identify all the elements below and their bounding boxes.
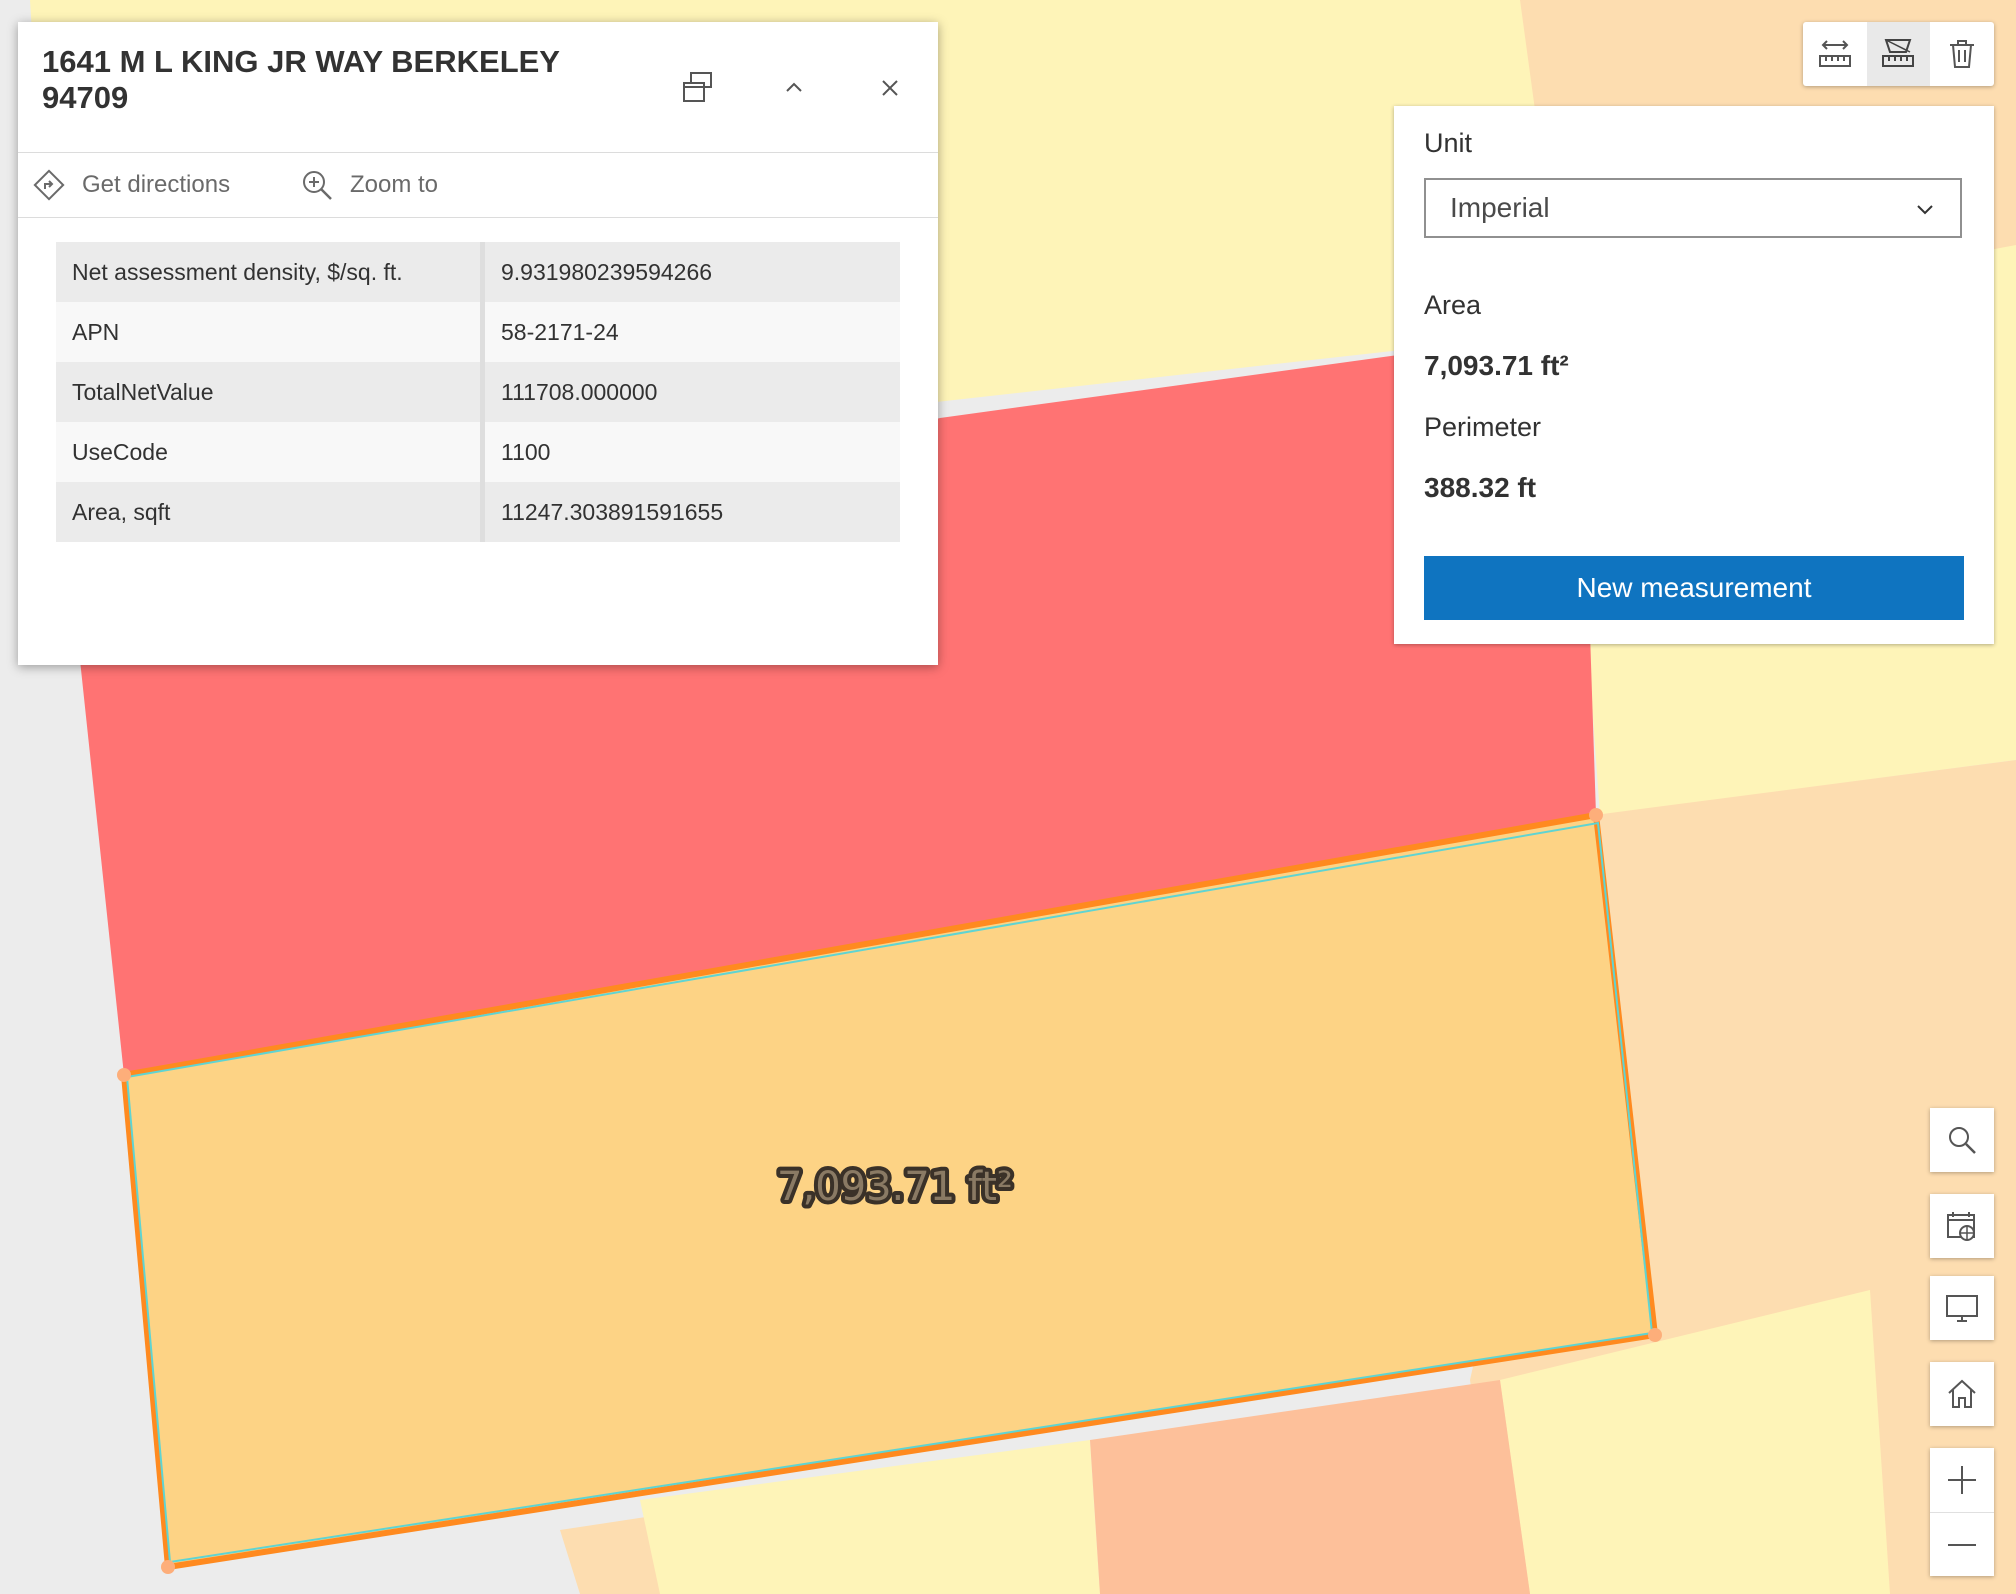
fullscreen-button[interactable] xyxy=(1930,1276,1994,1340)
dock-button[interactable] xyxy=(676,66,720,110)
zoom-to-action[interactable]: Zoom to xyxy=(300,153,438,217)
zoom-in-icon xyxy=(303,171,332,200)
popup-header: 1641 M L KING JR WAY BERKELEY 94709 xyxy=(18,22,938,153)
measurement-panel: Unit Imperial Area 7,093.71 ft² Perimete… xyxy=(1394,106,1994,644)
directions-icon xyxy=(33,169,65,201)
get-directions-label: Get directions xyxy=(82,171,231,198)
table-row: TotalNetValue 111708.000000 xyxy=(56,362,900,422)
vertex-handle[interactable] xyxy=(117,1068,131,1082)
zoom-to-label: Zoom to xyxy=(350,171,439,198)
vertex-handle[interactable] xyxy=(1648,1328,1662,1342)
get-directions-action[interactable]: Get directions xyxy=(32,153,230,217)
area-value: 7,093.71 ft² xyxy=(1424,350,1569,381)
collapse-button[interactable] xyxy=(772,66,816,110)
area-label: Area xyxy=(1424,290,1482,320)
close-button[interactable] xyxy=(868,66,912,110)
attribute-key: TotalNetValue xyxy=(56,362,485,422)
attribute-key: UseCode xyxy=(56,422,485,482)
chevron-up-icon xyxy=(786,82,802,92)
trash-icon xyxy=(1949,40,1974,68)
plus-icon xyxy=(1948,1466,1976,1494)
attribute-value: 58-2171-24 xyxy=(482,302,900,362)
distance-measure-button[interactable] xyxy=(1803,22,1867,86)
vertex-handle[interactable] xyxy=(161,1560,175,1574)
basemap-gallery-button[interactable] xyxy=(1930,1194,1994,1258)
popup-title: 1641 M L KING JR WAY BERKELEY 94709 xyxy=(42,44,560,115)
table-row: UseCode 1100 xyxy=(56,422,900,482)
attribute-key: Net assessment density, $/sq. ft. xyxy=(56,242,485,302)
table-row: APN 58-2171-24 xyxy=(56,302,900,362)
vertex-handle[interactable] xyxy=(1589,808,1603,822)
close-icon xyxy=(882,80,898,96)
unit-select-value: Imperial xyxy=(1450,192,1550,223)
attribute-value: 9.931980239594266 xyxy=(482,242,900,302)
fullscreen-icon xyxy=(1946,1295,1978,1322)
distance-measure-icon xyxy=(1818,40,1851,67)
zoom-controls xyxy=(1930,1448,1994,1576)
feature-popup: 1641 M L KING JR WAY BERKELEY 94709 Get … xyxy=(18,22,938,665)
zoom-out-button[interactable] xyxy=(1930,1512,1994,1577)
area-measure-icon xyxy=(1882,39,1915,67)
home-button[interactable] xyxy=(1930,1362,1994,1426)
area-measure-button[interactable] xyxy=(1866,22,1931,86)
attribute-value: 11247.303891591655 xyxy=(482,482,900,542)
clear-measurement-button[interactable] xyxy=(1930,22,1994,86)
measurement-toolbar xyxy=(1803,22,1994,86)
unit-label: Unit xyxy=(1424,128,1473,158)
attribute-key: APN xyxy=(56,302,485,362)
table-row: Area, sqft 11247.303891591655 xyxy=(56,482,900,542)
popup-actions: Get directions Zoom to xyxy=(18,153,938,218)
perimeter-value: 388.32 ft xyxy=(1424,472,1537,503)
new-measurement-button[interactable]: New measurement xyxy=(1424,556,1964,620)
home-icon xyxy=(1948,1379,1976,1408)
attribute-value: 1100 xyxy=(482,422,900,482)
minus-icon xyxy=(1948,1544,1976,1546)
attribute-value: 111708.000000 xyxy=(482,362,900,422)
map-area-label: 7,093.71 ft² xyxy=(777,1164,1013,1210)
attribute-key: Area, sqft xyxy=(56,482,485,542)
basemap-gallery-icon xyxy=(1947,1212,1975,1241)
chevron-down-icon xyxy=(1917,205,1933,215)
zoom-in-button[interactable] xyxy=(1930,1448,1994,1512)
unit-select[interactable]: Imperial xyxy=(1424,178,1962,238)
dock-icon xyxy=(683,72,712,102)
search-button[interactable] xyxy=(1930,1108,1994,1172)
attribute-table: Net assessment density, $/sq. ft. 9.9319… xyxy=(56,242,900,542)
perimeter-label: Perimeter xyxy=(1424,412,1542,442)
search-icon xyxy=(1949,1127,1976,1154)
table-row: Net assessment density, $/sq. ft. 9.9319… xyxy=(56,242,900,302)
